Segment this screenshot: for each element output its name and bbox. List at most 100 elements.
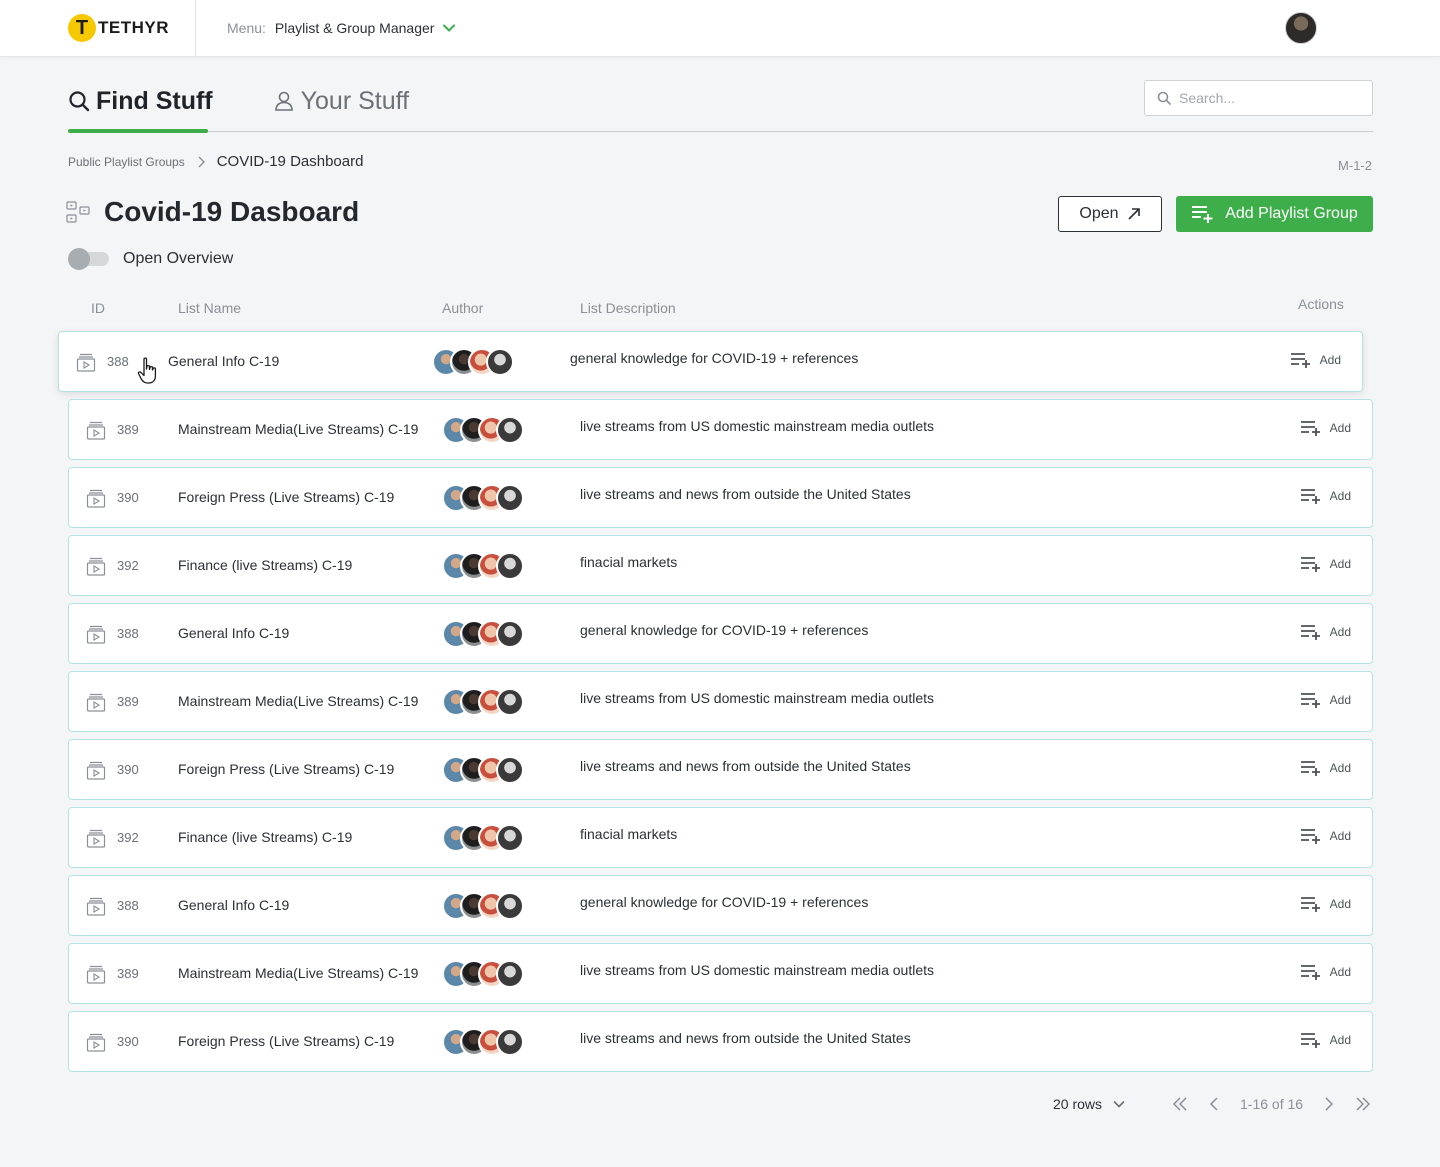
table-row[interactable]: 392 Finance (live Streams) C-19 finacial m… bbox=[68, 535, 1373, 596]
breadcrumb-parent-link[interactable]: Public Playlist Groups bbox=[68, 155, 185, 169]
tab-your-stuff[interactable]: Your Stuff bbox=[273, 84, 409, 118]
row-list-name[interactable]: Finance (live Streams) C-19 bbox=[178, 557, 352, 573]
menu-label: Menu: bbox=[227, 20, 266, 36]
author-avatar[interactable] bbox=[496, 688, 524, 716]
row-list-name[interactable]: Foreign Press (Live Streams) C-19 bbox=[178, 489, 394, 505]
row-id: 388 bbox=[107, 354, 129, 369]
row-list-name[interactable]: Finance (live Streams) C-19 bbox=[178, 829, 352, 845]
add-label: Add bbox=[1329, 897, 1351, 911]
author-avatar[interactable] bbox=[496, 620, 524, 648]
page-range: 1-16 of 16 bbox=[1240, 1096, 1304, 1112]
table-row[interactable]: 389 Mainstream Media(Live Streams) C-19 li… bbox=[68, 943, 1373, 1004]
breadcrumb: Public Playlist Groups COVID-19 Dashboar… bbox=[68, 153, 363, 170]
author-avatar[interactable] bbox=[496, 552, 524, 580]
next-page-button[interactable] bbox=[1319, 1094, 1339, 1114]
author-avatar[interactable] bbox=[496, 756, 524, 784]
main-tabs: Find Stuff Your Stuff bbox=[68, 84, 409, 118]
add-button[interactable]: Add bbox=[1300, 896, 1351, 912]
add-label: Add bbox=[1329, 625, 1351, 639]
add-button[interactable]: Add bbox=[1300, 760, 1351, 776]
header-author: Author bbox=[442, 300, 484, 316]
first-page-button[interactable] bbox=[1170, 1094, 1190, 1114]
table-row[interactable]: 390 Foreign Press (Live Streams) C-19 live… bbox=[68, 1011, 1373, 1072]
playlist-video-icon bbox=[86, 829, 106, 848]
author-avatar[interactable] bbox=[496, 484, 524, 512]
user-avatar[interactable] bbox=[1285, 12, 1317, 44]
row-authors bbox=[442, 756, 524, 784]
search-icon bbox=[69, 91, 90, 112]
author-avatar[interactable] bbox=[496, 960, 524, 988]
tethyr-logo[interactable]: T TETHYR bbox=[68, 14, 169, 42]
row-id: 390 bbox=[117, 490, 139, 505]
table-row[interactable]: 388 General Info C-19 general knowledge fo… bbox=[58, 331, 1363, 392]
playlist-video-icon bbox=[86, 693, 106, 712]
toggle-knob bbox=[68, 248, 90, 270]
row-list-name[interactable]: Foreign Press (Live Streams) C-19 bbox=[178, 1033, 394, 1049]
add-button[interactable]: Add bbox=[1290, 352, 1341, 368]
user-icon bbox=[274, 91, 293, 111]
row-description: live streams from US domestic mainstream… bbox=[580, 418, 934, 434]
table-row[interactable]: 389 Mainstream Media(Live Streams) C-19 li… bbox=[68, 399, 1373, 460]
row-id: 389 bbox=[117, 966, 139, 981]
rows-per-page-select[interactable]: 20 rows bbox=[1053, 1096, 1126, 1112]
row-description: general knowledge for COVID-19 + referen… bbox=[570, 350, 859, 366]
playlist-video-icon bbox=[86, 761, 106, 780]
row-authors bbox=[442, 688, 524, 716]
open-overview-toggle[interactable] bbox=[68, 248, 109, 270]
table-row[interactable]: 390 Foreign Press (Live Streams) C-19 live… bbox=[68, 467, 1373, 528]
add-button[interactable]: Add bbox=[1300, 964, 1351, 980]
add-playlist-group-label: Add Playlist Group bbox=[1225, 205, 1358, 222]
search-box[interactable] bbox=[1144, 80, 1373, 116]
row-id: 389 bbox=[117, 694, 139, 709]
row-authors bbox=[442, 960, 524, 988]
author-avatar[interactable] bbox=[496, 416, 524, 444]
menu-selector[interactable]: Menu: Playlist & Group Manager bbox=[227, 20, 456, 36]
table-row[interactable]: 388 General Info C-19 general knowledge fo… bbox=[68, 603, 1373, 664]
row-list-name[interactable]: General Info C-19 bbox=[178, 897, 289, 913]
row-list-name[interactable]: General Info C-19 bbox=[168, 353, 279, 369]
author-avatar[interactable] bbox=[496, 824, 524, 852]
table-row[interactable]: 389 Mainstream Media(Live Streams) C-19 li… bbox=[68, 671, 1373, 732]
prev-page-button[interactable] bbox=[1204, 1094, 1224, 1114]
add-button[interactable]: Add bbox=[1300, 420, 1351, 436]
author-avatar[interactable] bbox=[486, 348, 514, 376]
add-button[interactable]: Add bbox=[1300, 692, 1351, 708]
add-button[interactable]: Add bbox=[1300, 624, 1351, 640]
add-label: Add bbox=[1319, 353, 1341, 367]
row-list-name[interactable]: General Info C-19 bbox=[178, 625, 289, 641]
playlist-video-icon bbox=[86, 557, 106, 576]
add-button[interactable]: Add bbox=[1300, 556, 1351, 572]
page-code: M-1-2 bbox=[1338, 158, 1372, 173]
top-bar: T TETHYR Menu: Playlist & Group Manager bbox=[0, 0, 1440, 57]
last-page-button[interactable] bbox=[1353, 1094, 1373, 1114]
row-id: 390 bbox=[117, 762, 139, 777]
table-row[interactable]: 388 General Info C-19 general knowledge fo… bbox=[68, 875, 1373, 936]
row-id: 392 bbox=[117, 558, 139, 573]
table-row[interactable]: 392 Finance (live Streams) C-19 finacial m… bbox=[68, 807, 1373, 868]
chevron-right-icon bbox=[198, 156, 205, 167]
add-button[interactable]: Add bbox=[1300, 488, 1351, 504]
chevron-down-icon bbox=[443, 24, 456, 32]
add-playlist-group-button[interactable]: Add Playlist Group bbox=[1176, 196, 1373, 232]
row-description: general knowledge for COVID-19 + referen… bbox=[580, 622, 869, 638]
open-button[interactable]: Open bbox=[1058, 196, 1162, 232]
title-row: Covid-19 Dasboard bbox=[66, 196, 359, 228]
add-button[interactable]: Add bbox=[1300, 1032, 1351, 1048]
first-page-icon bbox=[1172, 1097, 1187, 1111]
add-button[interactable]: Add bbox=[1300, 828, 1351, 844]
header-id: ID bbox=[91, 300, 105, 316]
row-list-name[interactable]: Mainstream Media(Live Streams) C-19 bbox=[178, 965, 418, 981]
row-list-name[interactable]: Mainstream Media(Live Streams) C-19 bbox=[178, 693, 418, 709]
search-input[interactable] bbox=[1179, 90, 1359, 106]
pagination: 1-16 of 16 bbox=[1170, 1094, 1373, 1114]
author-avatar[interactable] bbox=[496, 892, 524, 920]
playlist-add-icon bbox=[1300, 489, 1320, 504]
tab-find-stuff[interactable]: Find Stuff bbox=[68, 84, 213, 118]
playlist-add-icon bbox=[1300, 829, 1320, 844]
row-list-name[interactable]: Foreign Press (Live Streams) C-19 bbox=[178, 761, 394, 777]
tab-label: Your Stuff bbox=[300, 86, 410, 115]
tabs-divider bbox=[68, 131, 1373, 132]
table-row[interactable]: 390 Foreign Press (Live Streams) C-19 live… bbox=[68, 739, 1373, 800]
row-list-name[interactable]: Mainstream Media(Live Streams) C-19 bbox=[178, 421, 418, 437]
author-avatar[interactable] bbox=[496, 1028, 524, 1056]
